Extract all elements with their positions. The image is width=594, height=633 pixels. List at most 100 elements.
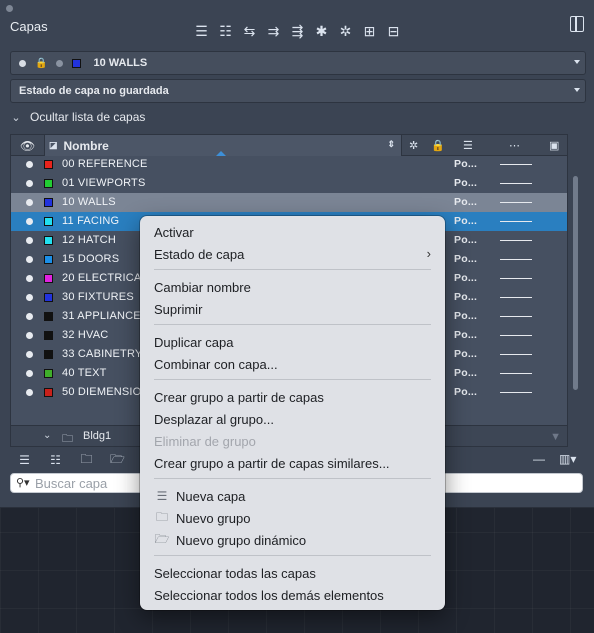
linetype-cell[interactable]: Po...: [454, 215, 477, 227]
set-current-icon[interactable]: ⇆: [240, 22, 259, 41]
linetype-cell[interactable]: Po...: [454, 386, 477, 398]
unlock-layer-icon[interactable]: ⊟: [384, 22, 403, 41]
layer-state-dropdown[interactable]: Estado de capa no guardada: [10, 79, 586, 103]
scrollbar[interactable]: [573, 176, 578, 390]
bottom-toolbar: ☰ ☷ 🗀 🗁: [16, 452, 126, 468]
linetype-cell[interactable]: Po...: [454, 367, 477, 379]
linetype-cell[interactable]: Po...: [454, 310, 477, 322]
match-layer-icon[interactable]: ⇉: [264, 22, 283, 41]
menu-item-new-layer[interactable]: ☰ Nueva capa: [154, 487, 246, 505]
dock-panel-icon[interactable]: [570, 16, 584, 32]
menu-item-activate[interactable]: Activar: [154, 223, 194, 241]
hide-layer-list-toggle[interactable]: ⌄ Ocultar lista de capas: [10, 110, 145, 124]
new-layer-frozen-icon[interactable]: ☷: [216, 22, 235, 41]
lineweight-cell[interactable]: [500, 373, 532, 374]
lineweight-cell[interactable]: [500, 278, 532, 279]
layer-color-swatch[interactable]: [44, 331, 53, 340]
lineweight-cell[interactable]: [500, 164, 532, 165]
visibility-icon[interactable]: [26, 313, 33, 320]
lineweight-cell[interactable]: [500, 297, 532, 298]
lineweight-cell[interactable]: [500, 354, 532, 355]
columns-icon[interactable]: ▥▾: [559, 452, 576, 466]
linetype-cell[interactable]: Po...: [454, 348, 477, 360]
lineweight-cell[interactable]: [500, 392, 532, 393]
menu-item-new-group-label: Nuevo grupo: [176, 510, 251, 526]
visibility-icon[interactable]: [26, 370, 33, 377]
lineweight-cell[interactable]: [500, 316, 532, 317]
new-group-icon[interactable]: 🗀: [78, 452, 95, 468]
layer-color-swatch[interactable]: [44, 255, 53, 264]
linetype-cell[interactable]: Po...: [454, 234, 477, 246]
new-dynamic-group-icon[interactable]: 🗁: [109, 452, 126, 468]
freeze-icon[interactable]: ✲: [409, 139, 418, 152]
unisolate-icon[interactable]: ✲: [336, 22, 355, 41]
menu-item-new-dynamic-group[interactable]: 🗁 Nuevo grupo dinámico: [154, 531, 307, 549]
layer-color-swatch[interactable]: [44, 350, 53, 359]
plot-icon[interactable]: ▣: [549, 139, 559, 152]
lineweight-cell[interactable]: [500, 240, 532, 241]
layer-color-swatch[interactable]: [44, 293, 53, 302]
visibility-icon[interactable]: [26, 389, 33, 396]
lock-icon[interactable]: 🔒: [431, 139, 445, 152]
visibility-icon[interactable]: [26, 161, 33, 168]
layer-color-swatch[interactable]: [44, 236, 53, 245]
lineweight-cell[interactable]: [500, 259, 532, 260]
menu-item-duplicate[interactable]: Duplicar capa: [154, 333, 234, 351]
layer-color-swatch[interactable]: [44, 217, 53, 226]
visibility-icon: [19, 59, 26, 67]
menu-item-select-all-layers[interactable]: Seleccionar todas las capas: [154, 564, 316, 582]
lineweight-cell[interactable]: [500, 183, 532, 184]
layer-color-swatch[interactable]: [44, 198, 53, 207]
menu-item-new-group[interactable]: 🗀 Nuevo grupo: [154, 509, 250, 527]
visibility-icon[interactable]: [26, 180, 33, 187]
table-row[interactable]: 10 WALLS Po...: [11, 193, 567, 212]
linetype-icon[interactable]: ☰: [463, 139, 473, 152]
linetype-cell[interactable]: Po...: [454, 272, 477, 284]
lock-layer-icon[interactable]: ⊞: [360, 22, 379, 41]
visibility-icon[interactable]: [26, 294, 33, 301]
layer-color-swatch[interactable]: [44, 369, 53, 378]
table-row[interactable]: 00 REFERENCE Po...: [11, 155, 567, 174]
lineweight-cell[interactable]: [500, 335, 532, 336]
menu-item-move-to-group[interactable]: Desplazar al grupo...: [154, 410, 274, 428]
linetype-cell[interactable]: Po...: [454, 158, 477, 170]
linetype-cell[interactable]: Po...: [454, 177, 477, 189]
change-to-current-icon[interactable]: ⇶: [288, 22, 307, 41]
lineweight-cell[interactable]: [500, 221, 532, 222]
visibility-icon[interactable]: [26, 332, 33, 339]
menu-separator: [154, 269, 431, 270]
new-layer-vp-icon[interactable]: ☷: [47, 452, 64, 468]
linetype-cell[interactable]: Po...: [454, 329, 477, 341]
menu-item-create-group-similar[interactable]: Crear grupo a partir de capas similares.…: [154, 454, 390, 472]
linetype-cell[interactable]: Po...: [454, 253, 477, 265]
new-layer-icon[interactable]: ☰: [16, 452, 33, 468]
filter-icon[interactable]: ▼: [550, 431, 561, 443]
layer-color-swatch[interactable]: [44, 388, 53, 397]
layer-color-swatch[interactable]: [44, 179, 53, 188]
visibility-icon[interactable]: [26, 237, 33, 244]
visibility-icon[interactable]: [26, 351, 33, 358]
lineweight-cell[interactable]: [500, 202, 532, 203]
table-row[interactable]: 01 VIEWPORTS Po...: [11, 174, 567, 193]
menu-item-rename[interactable]: Cambiar nombre: [154, 278, 251, 296]
menu-item-merge[interactable]: Combinar con capa...: [154, 355, 278, 373]
menu-item-delete[interactable]: Suprimir: [154, 300, 202, 318]
linetype-cell[interactable]: Po...: [454, 291, 477, 303]
visibility-icon[interactable]: [26, 275, 33, 282]
layer-color-swatch[interactable]: [44, 274, 53, 283]
menu-item-create-group[interactable]: Crear grupo a partir de capas: [154, 388, 324, 406]
visibility-icon[interactable]: [26, 218, 33, 225]
layer-color-swatch[interactable]: [44, 160, 53, 169]
linetype-cell[interactable]: Po...: [454, 196, 477, 208]
visibility-icon[interactable]: [26, 256, 33, 263]
menu-item-select-all-others[interactable]: Seleccionar todos los demás elementos: [154, 586, 384, 604]
minus-icon[interactable]: —: [533, 452, 545, 466]
visibility-icon[interactable]: [26, 199, 33, 206]
lineweight-icon[interactable]: ⋯: [509, 139, 520, 152]
menu-item-layer-state[interactable]: Estado de capa: [154, 245, 431, 263]
current-layer-dropdown[interactable]: 🔒 10 WALLS: [10, 51, 586, 75]
eye-icon[interactable]: 👁: [20, 139, 35, 153]
new-layer-icon[interactable]: ☰: [192, 22, 211, 41]
layer-color-swatch[interactable]: [44, 312, 53, 321]
isolate-icon[interactable]: ✱: [312, 22, 331, 41]
